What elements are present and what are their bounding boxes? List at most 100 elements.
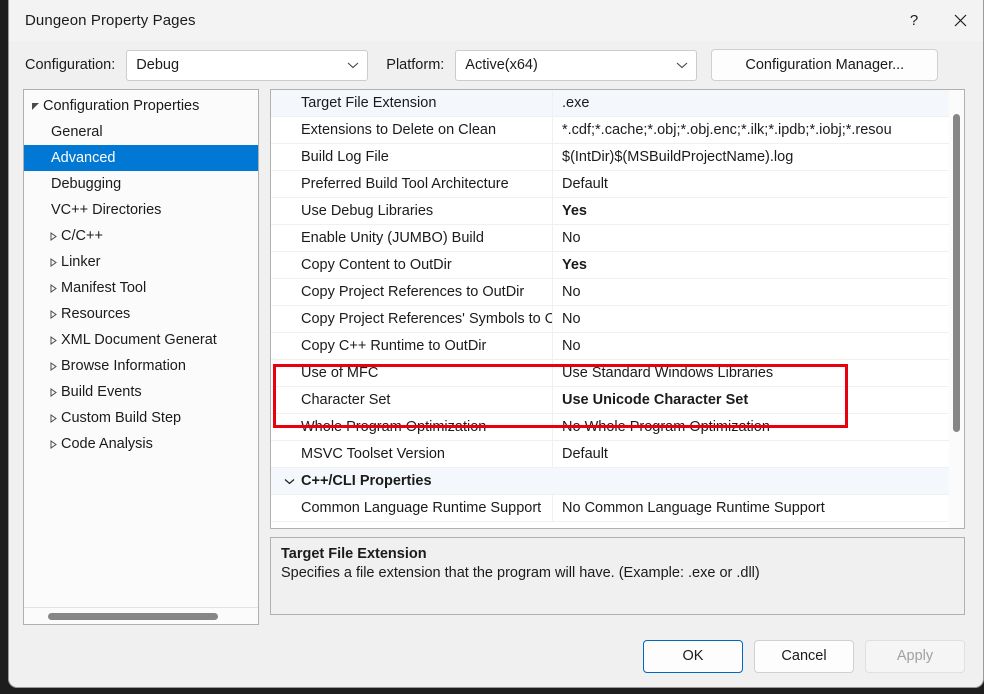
tree-item-label: Advanced: [51, 150, 116, 166]
property-value[interactable]: No: [553, 311, 949, 327]
property-row[interactable]: MSVC Toolset Version Default: [271, 441, 949, 468]
tree-item-c-c[interactable]: C/C++: [24, 223, 258, 249]
configuration-dropdown[interactable]: Debug: [126, 50, 368, 81]
property-value[interactable]: .exe: [553, 95, 949, 111]
triangle-down-icon[interactable]: [28, 102, 43, 111]
property-row[interactable]: Copy C++ Runtime to OutDir No: [271, 333, 949, 360]
property-name: MSVC Toolset Version: [301, 446, 445, 462]
tree-item-custom-build-step[interactable]: Custom Build Step: [24, 405, 258, 431]
property-row[interactable]: Copy Content to OutDir Yes: [271, 252, 949, 279]
property-value[interactable]: $(IntDir)$(MSBuildProjectName).log: [553, 149, 949, 165]
property-row[interactable]: Build Log File $(IntDir)$(MSBuildProjectN…: [271, 144, 949, 171]
property-value[interactable]: *.cdf;*.cache;*.obj;*.obj.enc;*.ilk;*.ip…: [553, 122, 949, 138]
property-grid: Target File Extension .exe Extensions to D…: [271, 90, 949, 528]
tree-item-build-events[interactable]: Build Events: [24, 379, 258, 405]
triangle-right-icon[interactable]: [46, 336, 61, 345]
configuration-label: Configuration:: [25, 57, 115, 73]
tree-item-configuration-properties[interactable]: Configuration Properties: [24, 93, 258, 119]
platform-label: Platform:: [386, 57, 444, 73]
property-value[interactable]: No Whole Program Optimization: [553, 419, 949, 435]
title-bar: Dungeon Property Pages ?: [9, 0, 983, 41]
tree-item-label: General: [51, 124, 103, 140]
property-row[interactable]: Copy Project References to OutDir No: [271, 279, 949, 306]
tree-item-label: Linker: [61, 254, 101, 270]
ok-button[interactable]: OK: [643, 640, 743, 673]
property-name: Copy C++ Runtime to OutDir: [301, 338, 486, 354]
property-grid-panel: Target File Extension .exe Extensions to D…: [270, 89, 965, 529]
platform-dropdown[interactable]: Active(x64): [455, 50, 697, 81]
triangle-right-icon[interactable]: [46, 362, 61, 371]
property-value[interactable]: No: [553, 338, 949, 354]
tree-item-xml-document-generat[interactable]: XML Document Generat: [24, 327, 258, 353]
tree-item-label: Resources: [61, 306, 130, 322]
tree-item-vc-directories[interactable]: VC++ Directories: [24, 197, 258, 223]
triangle-right-icon[interactable]: [46, 258, 61, 267]
help-icon[interactable]: ?: [891, 0, 937, 41]
triangle-right-icon[interactable]: [46, 310, 61, 319]
tree-item-manifest-tool[interactable]: Manifest Tool: [24, 275, 258, 301]
property-value[interactable]: Default: [553, 446, 949, 462]
property-name: Build Log File: [301, 149, 389, 165]
tree-horizontal-scrollbar[interactable]: [24, 607, 258, 624]
dialog-footer: OK Cancel Apply: [9, 625, 983, 687]
triangle-right-icon[interactable]: [46, 414, 61, 423]
property-row[interactable]: Enable Unity (JUMBO) BuildNo: [271, 225, 949, 252]
tree-item-general[interactable]: General: [24, 119, 258, 145]
tree-item-label: VC++ Directories: [51, 202, 161, 218]
property-value[interactable]: Yes: [553, 257, 949, 273]
configuration-value: Debug: [136, 57, 179, 73]
triangle-right-icon[interactable]: [46, 388, 61, 397]
property-description-panel: Target File Extension Specifies a file e…: [270, 537, 965, 615]
property-name: Use Debug Libraries: [301, 203, 433, 219]
platform-value: Active(x64): [465, 57, 538, 73]
dialog-body: Configuration Properties General Advanced D…: [9, 89, 983, 625]
tree-item-code-analysis[interactable]: Code Analysis: [24, 431, 258, 457]
property-name: Copy Project References to OutDir: [301, 284, 524, 300]
tree-item-advanced[interactable]: Advanced: [24, 145, 258, 171]
tree-horizontal-scrollbar-thumb[interactable]: [48, 613, 218, 620]
tree-item-label: Custom Build Step: [61, 410, 181, 426]
property-row[interactable]: Common Language Runtime Support No Common…: [271, 495, 949, 522]
tree-item-resources[interactable]: Resources: [24, 301, 258, 327]
apply-button[interactable]: Apply: [865, 640, 965, 673]
chevron-down-icon: [347, 57, 359, 73]
tree-item-label: Configuration Properties: [43, 98, 199, 114]
property-value[interactable]: No: [553, 230, 949, 246]
property-value[interactable]: Use Standard Windows Libraries: [553, 365, 949, 381]
property-category-row[interactable]: C++/CLI Properties: [271, 468, 949, 495]
cancel-button[interactable]: Cancel: [754, 640, 854, 673]
configuration-tree: Configuration Properties General Advanced D…: [24, 90, 258, 607]
tree-item-debugging[interactable]: Debugging: [24, 171, 258, 197]
triangle-right-icon[interactable]: [46, 440, 61, 449]
tree-item-label: Build Events: [61, 384, 142, 400]
property-row[interactable]: Whole Program OptimizationNo Whole Progr…: [271, 414, 949, 441]
tree-item-label: Code Analysis: [61, 436, 153, 452]
property-value[interactable]: No: [553, 284, 949, 300]
property-row[interactable]: Use of MFCUse Standard Windows Libraries: [271, 360, 949, 387]
property-name: Copy Content to OutDir: [301, 257, 452, 273]
tree-item-linker[interactable]: Linker: [24, 249, 258, 275]
property-name: Target File Extension: [301, 95, 436, 111]
property-value[interactable]: Yes: [553, 203, 949, 219]
triangle-right-icon[interactable]: [46, 232, 61, 241]
property-name: Preferred Build Tool Architecture: [301, 176, 509, 192]
property-row[interactable]: Character SetUse Unicode Character Set: [271, 387, 949, 414]
property-row[interactable]: Preferred Build Tool Architecture Default: [271, 171, 949, 198]
property-name: Common Language Runtime Support: [301, 500, 541, 516]
tree-item-browse-information[interactable]: Browse Information: [24, 353, 258, 379]
grid-vertical-scrollbar[interactable]: [949, 90, 964, 528]
chevron-down-icon[interactable]: [279, 478, 299, 485]
property-row[interactable]: Extensions to Delete on Clean*.cdf;*.cac…: [271, 117, 949, 144]
grid-vertical-scrollbar-thumb[interactable]: [953, 114, 960, 432]
property-row[interactable]: Target File Extension .exe: [271, 90, 949, 117]
property-row[interactable]: Copy Project References' Symbols to OutD…: [271, 306, 949, 333]
close-icon[interactable]: [937, 0, 983, 41]
property-value[interactable]: Default: [553, 176, 949, 192]
property-value[interactable]: Use Unicode Character Set: [553, 392, 949, 408]
property-row[interactable]: Use Debug Libraries Yes: [271, 198, 949, 225]
configuration-manager-button[interactable]: Configuration Manager...: [711, 49, 938, 81]
property-value[interactable]: No Common Language Runtime Support: [553, 500, 949, 516]
tree-item-label: Debugging: [51, 176, 121, 192]
tree-item-label: XML Document Generat: [61, 332, 217, 348]
triangle-right-icon[interactable]: [46, 284, 61, 293]
